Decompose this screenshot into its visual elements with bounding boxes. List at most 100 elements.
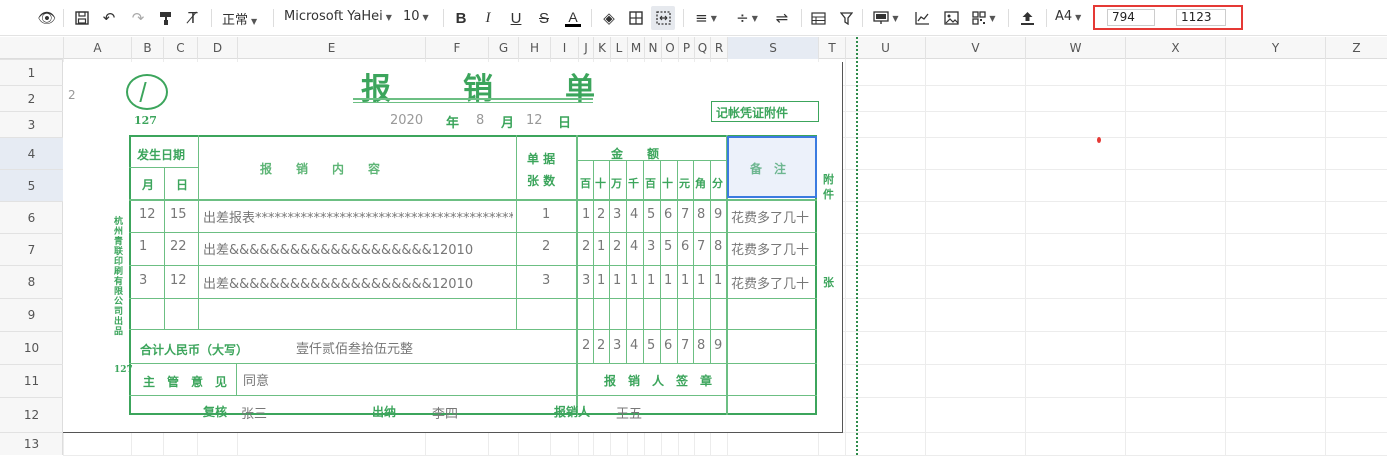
filter-icon[interactable]: [836, 6, 856, 30]
undo-icon[interactable]: ↶: [98, 6, 120, 30]
docs-header-2: 张 数: [527, 174, 556, 188]
day-value: 12: [526, 113, 543, 128]
row-digit: 6: [681, 239, 690, 254]
column-header-x[interactable]: X: [1125, 37, 1225, 59]
row-header-2[interactable]: 2: [0, 85, 63, 111]
fill-color-icon[interactable]: ◈: [598, 6, 620, 30]
bold-icon[interactable]: B: [451, 6, 471, 30]
year-label: 年: [446, 116, 460, 131]
wrap-text-icon[interactable]: ⇌: [770, 6, 794, 30]
clear-format-icon[interactable]: T̸: [182, 6, 204, 30]
row-header-4[interactable]: 4: [0, 137, 63, 169]
paper-size-dropdown[interactable]: A4 ▼: [1055, 9, 1081, 24]
supervisor-label: 主 管 意 见: [143, 375, 228, 389]
preview-eye-icon[interactable]: 👁: [37, 6, 57, 30]
column-header-i[interactable]: I: [550, 37, 578, 59]
font-family-dropdown[interactable]: Microsoft YaHei ▼: [284, 9, 392, 24]
column-header-b[interactable]: B: [131, 37, 163, 59]
column-header-t[interactable]: T: [818, 37, 845, 59]
total-digit: 9: [714, 338, 723, 353]
column-header-h[interactable]: H: [518, 37, 550, 59]
column-header-d[interactable]: D: [197, 37, 237, 59]
redo-icon[interactable]: ↷: [127, 6, 149, 30]
digit-header: 百: [645, 177, 656, 190]
image-icon[interactable]: [940, 6, 962, 30]
form-line: [576, 135, 578, 415]
claimant-value: 王五: [616, 407, 643, 422]
font-size-dropdown[interactable]: 10 ▼: [403, 9, 429, 24]
align-vertical-icon[interactable]: ÷ ▼: [731, 6, 763, 30]
column-header-k[interactable]: K: [593, 37, 610, 59]
separator: [1008, 9, 1009, 27]
column-header-j[interactable]: J: [578, 37, 593, 59]
chevron-down-icon: ▼: [251, 17, 258, 26]
row-header-12[interactable]: 12: [0, 397, 63, 432]
red-dot-mark: [1097, 137, 1101, 143]
row-month: 1: [139, 239, 148, 254]
row-header-1[interactable]: 1: [0, 59, 63, 85]
column-header-g[interactable]: G: [488, 37, 518, 59]
form-line: [677, 160, 678, 363]
page-width-input[interactable]: 794: [1107, 9, 1155, 26]
underline-icon[interactable]: U: [506, 6, 526, 30]
align-horizontal-icon[interactable]: ≡ ▼: [690, 6, 722, 30]
row-header-5[interactable]: 5: [0, 169, 63, 201]
format-painter-icon[interactable]: [156, 6, 176, 30]
font-color-icon[interactable]: A: [562, 6, 584, 30]
merge-cells-icon[interactable]: [651, 6, 675, 30]
side-attach-label: 附件: [823, 173, 834, 201]
column-header-f[interactable]: F: [425, 37, 488, 59]
row-header-3[interactable]: 3: [0, 111, 63, 137]
grid-line: [845, 59, 846, 455]
row-digit: 7: [697, 239, 706, 254]
form-line: [129, 199, 817, 201]
table-icon[interactable]: [807, 6, 829, 30]
selected-cell[interactable]: [727, 136, 817, 198]
column-header-c[interactable]: C: [163, 37, 197, 59]
column-header-m[interactable]: M: [627, 37, 644, 59]
column-header-n[interactable]: N: [644, 37, 661, 59]
row-header-10[interactable]: 10: [0, 331, 63, 364]
attachment-label: 记帐凭证附件: [716, 106, 789, 120]
row-header-7[interactable]: 7: [0, 233, 63, 265]
qrcode-icon[interactable]: ▼: [968, 6, 1000, 30]
row-digit: 2: [597, 207, 606, 222]
column-header-bar: ABCDEFGHIJKLMNOPQRSTUVWXYZ: [0, 37, 1387, 59]
total-digit: 3: [613, 338, 622, 353]
row-digit: 4: [630, 207, 639, 222]
row-digit: 8: [697, 207, 706, 222]
form-line: [129, 395, 817, 396]
row-header-bar: 1 2 3 4 5 6 7 8 9 10 11 12 13: [0, 59, 63, 455]
column-header-r[interactable]: R: [710, 37, 727, 59]
row-day: 22: [170, 239, 187, 254]
chart-icon[interactable]: [911, 6, 933, 30]
row-digit: 8: [714, 239, 723, 254]
column-header-q[interactable]: Q: [694, 37, 710, 59]
save-icon[interactable]: [72, 6, 92, 30]
column-header-p[interactable]: P: [678, 37, 694, 59]
column-header-v[interactable]: V: [925, 37, 1025, 59]
column-header-l[interactable]: L: [610, 37, 627, 59]
column-header-y[interactable]: Y: [1225, 37, 1325, 59]
column-header-s[interactable]: S: [727, 37, 818, 59]
style-dropdown[interactable]: 正常 ▼: [222, 9, 257, 28]
page-height-input[interactable]: 1123: [1176, 9, 1226, 26]
italic-icon[interactable]: I: [478, 6, 498, 30]
row-header-13[interactable]: 13: [0, 432, 63, 455]
freeze-icon[interactable]: ▼: [869, 6, 903, 30]
column-header-a[interactable]: A: [63, 37, 131, 59]
row-header-8[interactable]: 8: [0, 265, 63, 298]
total-digit: 2: [582, 338, 591, 353]
row-header-6[interactable]: 6: [0, 201, 63, 233]
column-header-e[interactable]: E: [237, 37, 425, 59]
column-header-z[interactable]: Z: [1325, 37, 1387, 59]
column-header-o[interactable]: O: [661, 37, 678, 59]
column-header-w[interactable]: W: [1025, 37, 1125, 59]
date-header: 发生日期: [137, 148, 186, 162]
strikethrough-icon[interactable]: S: [534, 6, 554, 30]
total-digit: 4: [630, 338, 639, 353]
row-header-11[interactable]: 11: [0, 364, 63, 397]
row-header-9[interactable]: 9: [0, 298, 63, 331]
upload-icon[interactable]: [1015, 6, 1039, 30]
borders-icon[interactable]: [626, 6, 646, 30]
